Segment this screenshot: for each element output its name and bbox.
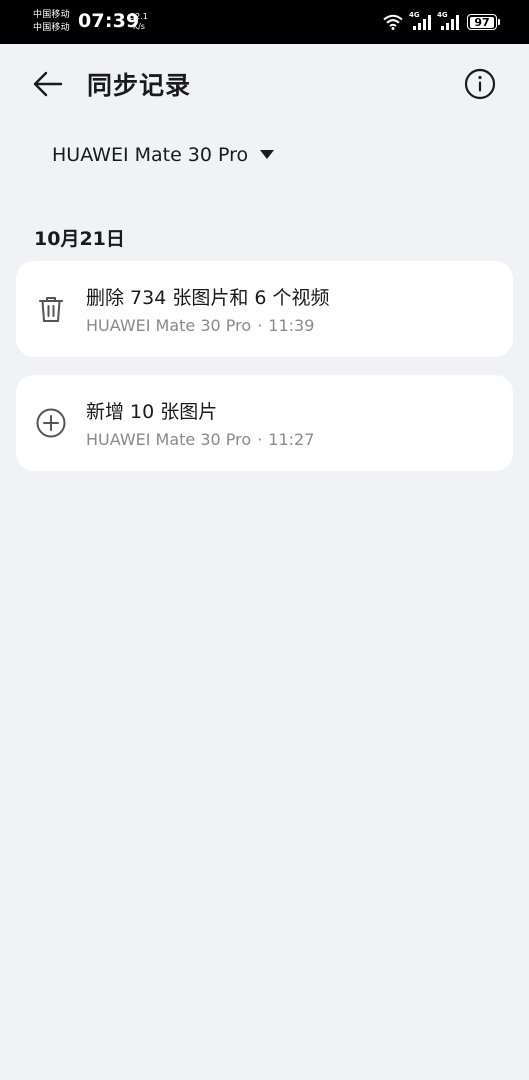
record-title: 新增 10 张图片 [86, 401, 218, 423]
device-selector[interactable]: HUAWEI Mate 30 Pro [52, 144, 275, 166]
wifi-icon [383, 14, 403, 30]
arrow-left-icon [33, 71, 63, 97]
carrier-1: 中国移动 [33, 10, 70, 20]
signal-bars-icon [441, 15, 459, 30]
device-selector-label: HUAWEI Mate 30 Pro [52, 144, 249, 166]
meta-separator: · [257, 430, 263, 449]
sim2-signal: 4G [437, 11, 461, 31]
status-icons: 4G 4G 97 [383, 11, 500, 32]
plus-circle-icon [36, 408, 66, 438]
date-heading: 10月21日 [34, 228, 125, 250]
sync-record-card[interactable]: 删除 734 张图片和 6 个视频 HUAWEI Mate 30 Pro · 11:… [16, 261, 513, 357]
record-meta: HUAWEI Mate 30 Pro · 11:39 [86, 316, 314, 335]
info-circle-icon [464, 68, 496, 100]
status-bar: 中国移动 中国移动 07:39 32.1 K/s 4G 4G 97 [0, 0, 529, 44]
record-time: 11:39 [268, 316, 315, 335]
signal-bars-icon [413, 15, 431, 30]
network-speed-unit: K/s [132, 22, 145, 31]
network-speed-value: 32.1 [130, 12, 148, 21]
info-button[interactable] [462, 66, 498, 102]
battery-icon: 97 [467, 14, 500, 30]
trash-icon [39, 297, 63, 322]
record-meta: HUAWEI Mate 30 Pro · 11:27 [86, 430, 314, 449]
meta-separator: · [257, 316, 263, 335]
carrier-2: 中国移动 [33, 23, 70, 33]
app-header: 同步记录 [0, 44, 529, 124]
record-device: HUAWEI Mate 30 Pro [86, 316, 252, 335]
carrier-info: 中国移动 中国移动 [33, 9, 70, 35]
back-button[interactable] [28, 64, 68, 104]
network-speed: 32.1 K/s [130, 12, 148, 32]
battery-level: 97 [470, 16, 494, 28]
caret-down-icon [260, 150, 275, 159]
record-title: 删除 734 张图片和 6 个视频 [86, 287, 330, 309]
record-device: HUAWEI Mate 30 Pro [86, 430, 252, 449]
sim1-signal: 4G [409, 11, 433, 31]
sync-record-card[interactable]: 新增 10 张图片 HUAWEI Mate 30 Pro · 11:27 [16, 375, 513, 471]
page-title: 同步记录 [87, 71, 192, 100]
record-time: 11:27 [268, 430, 315, 449]
